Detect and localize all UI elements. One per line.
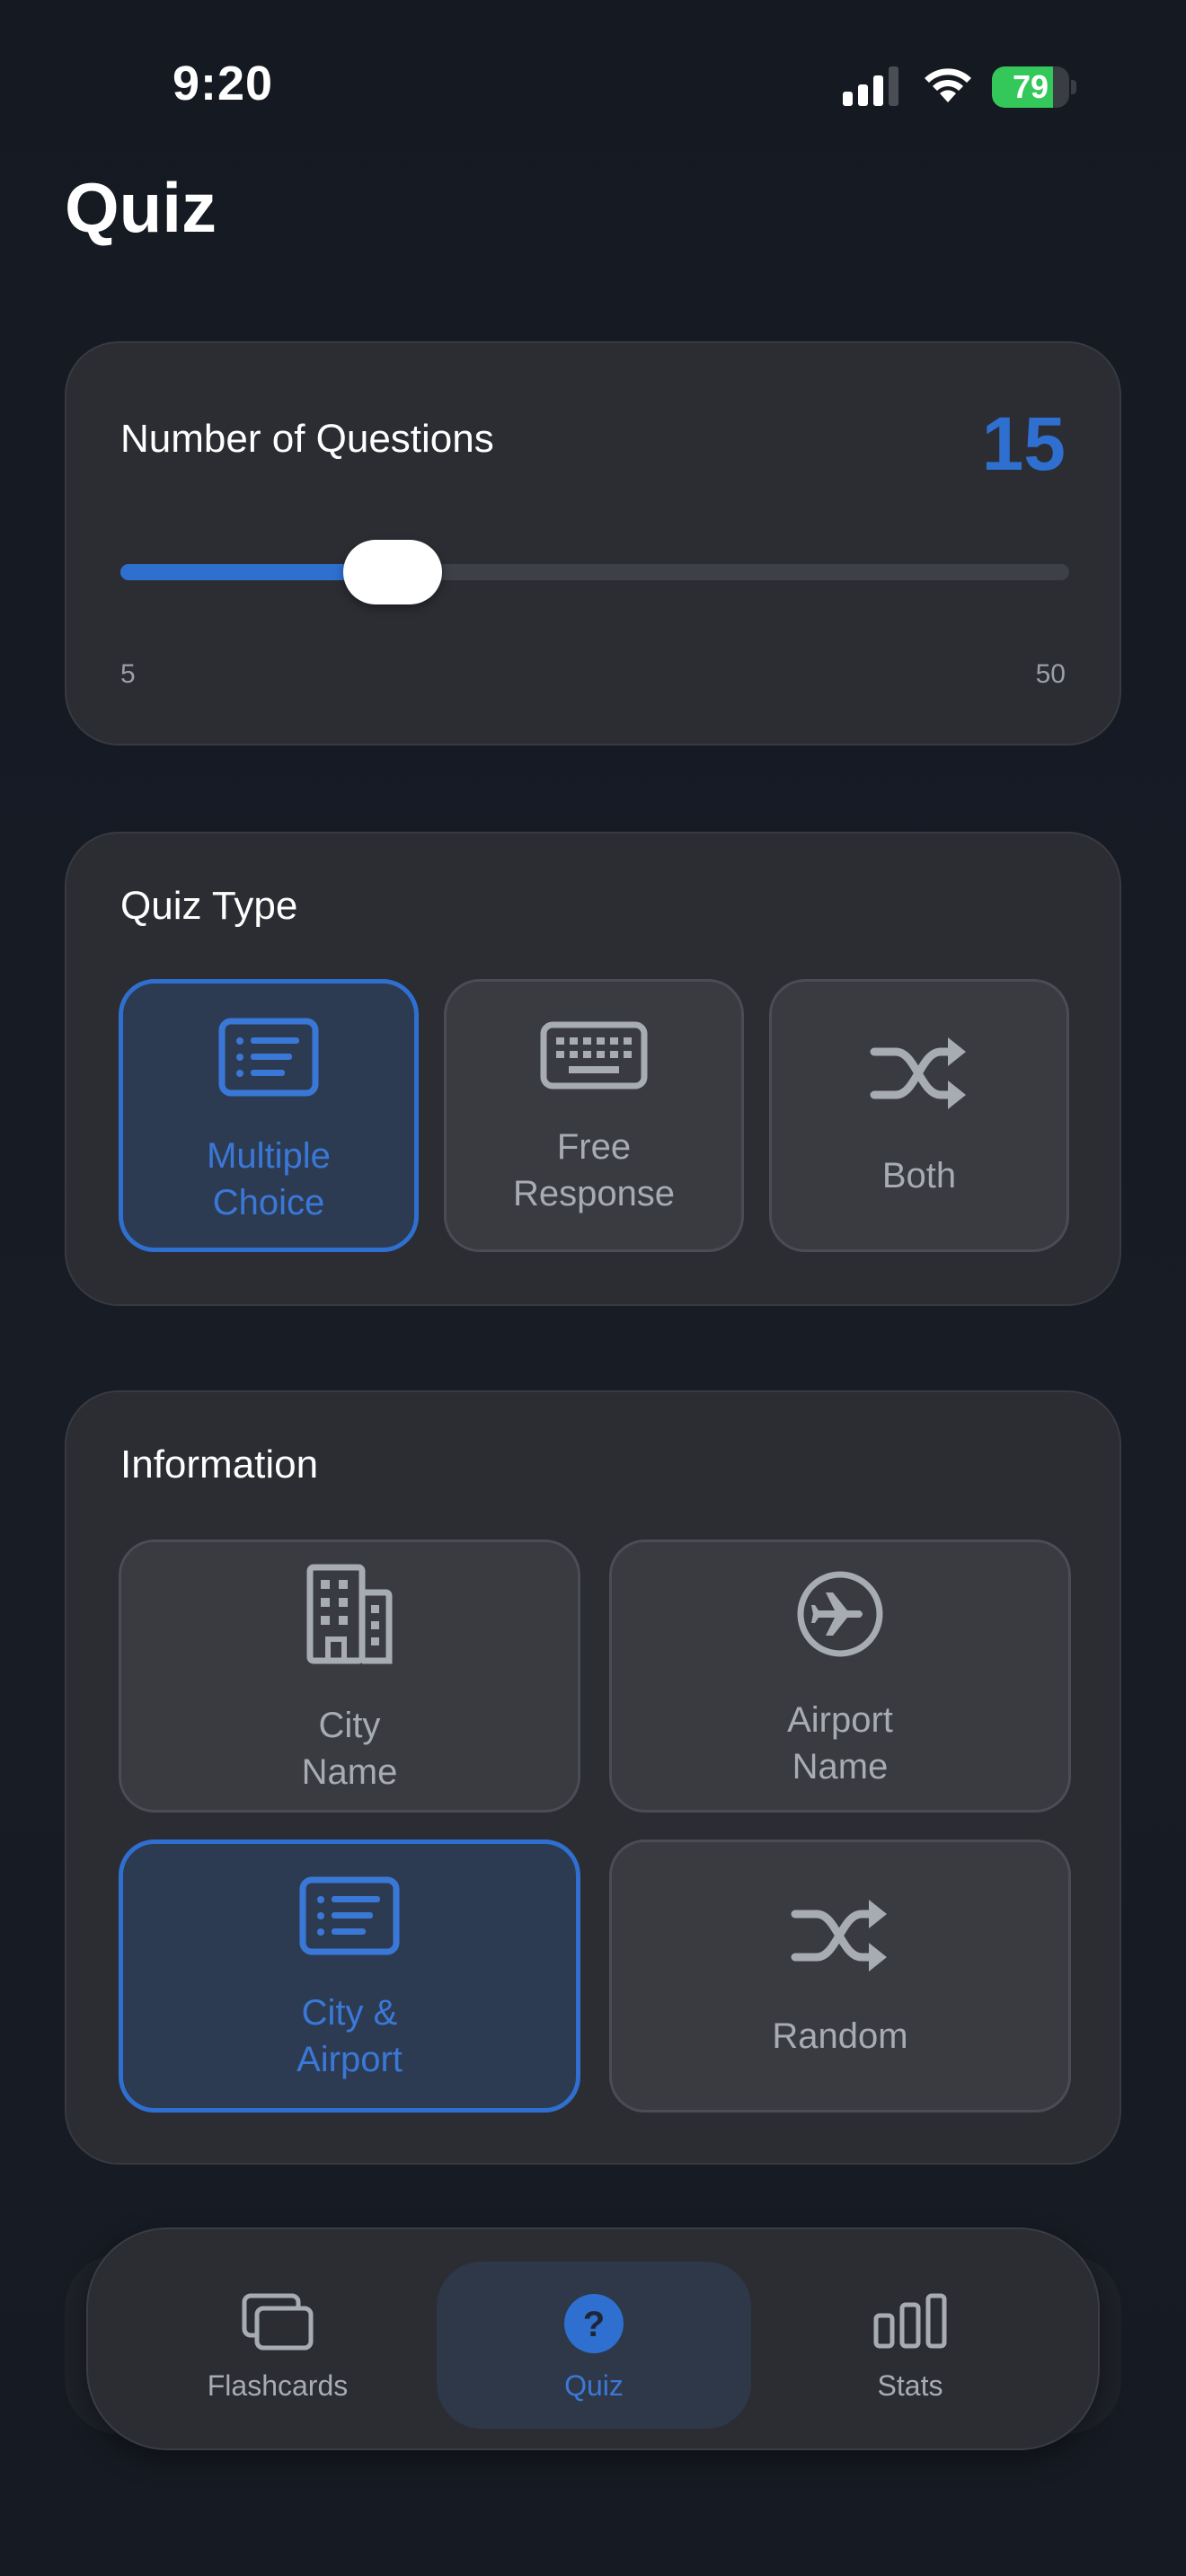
shuffle-icon [870,1037,966,1109]
shuffle-icon [791,1900,887,1972]
svg-text:?: ? [583,2305,605,2344]
tab-flashcards[interactable]: Flashcards [120,2262,435,2429]
tile-label: Free Response [512,1127,676,1213]
information-title: Information [120,1442,319,1486]
keyboard-icon [540,1021,648,1090]
list-card-icon [299,1876,400,1955]
tile-label: Airport Name [787,1700,893,1786]
building-icon [306,1564,393,1664]
tile-label: Random [772,2016,908,2056]
questions-slider[interactable] [120,540,1069,604]
quiz-type-free-response[interactable]: Free Response [444,979,744,1252]
number-of-questions-card: Number of Questions 15 5 50 [65,341,1121,745]
tab-label: Stats [877,2369,943,2402]
tab-quiz[interactable]: ? Quiz [437,2262,751,2429]
tab-stats[interactable]: Stats [753,2262,1067,2429]
tab-label: Flashcards [207,2369,349,2402]
information-card: Information City Name Airport Name City … [65,1390,1121,2165]
number-of-questions-label: Number of Questions [120,417,494,461]
tile-label: City Name [301,1706,398,1792]
status-bar: 9:20 79 [0,0,1186,171]
tile-label: City & Airport [296,1993,403,2079]
tab-label: Quiz [564,2369,624,2402]
slider-min-label: 5 [120,659,136,689]
cellular-signal-icon [843,66,898,106]
information-airport-name[interactable]: Airport Name [609,1539,1071,1813]
quiz-type-multiple-choice[interactable]: Multiple Choice [119,979,419,1252]
airplane-circle-icon [797,1571,883,1657]
quiz-type-card: Quiz Type Multiple Choice Free Response … [65,832,1121,1306]
information-random[interactable]: Random [609,1839,1071,2113]
tab-bar: Flashcards ? Quiz Stats [86,2228,1100,2450]
list-card-icon [218,1018,319,1097]
information-city-name[interactable]: City Name [119,1539,580,1813]
tile-label: Multiple Choice [207,1136,331,1222]
slider-thumb[interactable] [343,540,442,604]
cards-stack-icon [242,2293,314,2351]
battery-charging-icon: 79 [992,66,1076,108]
wifi-icon [925,68,971,102]
question-circle-icon: ? [564,2294,624,2353]
number-of-questions-value: 15 [981,401,1066,486]
quiz-type-title: Quiz Type [120,884,298,928]
bar-chart-icon [873,2293,947,2349]
status-time: 9:20 [173,57,274,110]
information-city-and-airport[interactable]: City & Airport [119,1839,580,2113]
slider-max-label: 50 [1035,659,1066,689]
battery-percent: 79 [1012,68,1049,105]
page-title: Quiz [65,168,217,247]
quiz-type-both[interactable]: Both [769,979,1069,1252]
tile-label: Both [881,1156,957,1195]
